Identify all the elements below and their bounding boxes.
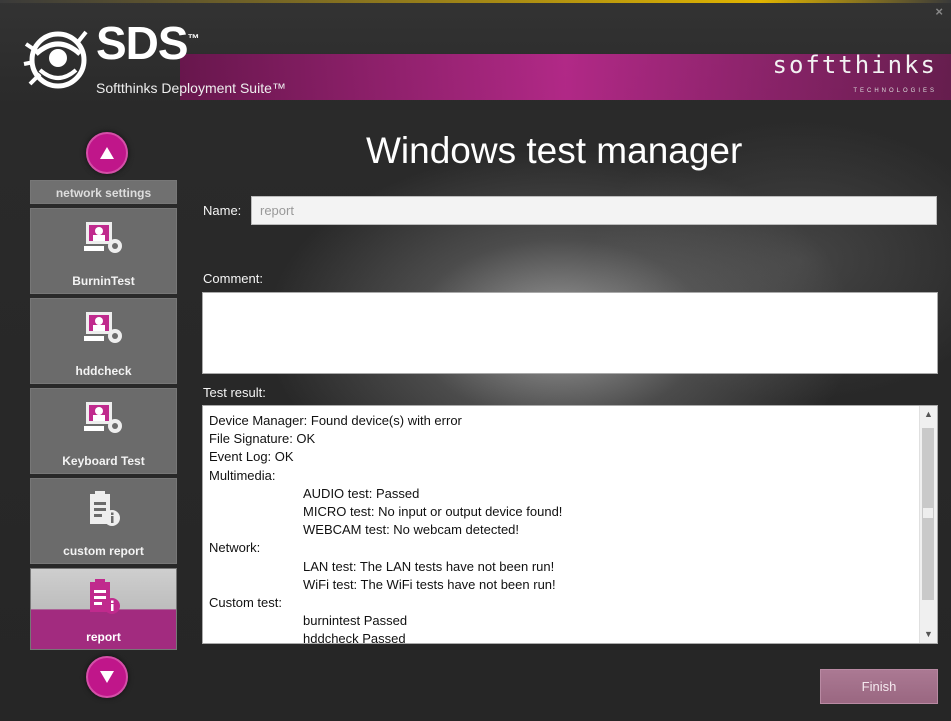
- result-line: Multimedia:: [209, 467, 276, 483]
- result-line: Event Log: OK: [209, 449, 294, 465]
- result-line: hddcheck Passed: [303, 631, 406, 644]
- finish-button[interactable]: Finish: [820, 669, 938, 704]
- arrow-down-icon: [100, 671, 114, 683]
- close-icon[interactable]: ×: [935, 4, 943, 19]
- computer-gear-icon: [83, 402, 122, 433]
- brand-logo: softthinks: [772, 51, 937, 79]
- app-window: × SDS™ Softthinks Deployment Suite™ soft…: [0, 0, 951, 721]
- test-result-lines: Device Manager: Found device(s) with err…: [209, 412, 917, 644]
- computer-gear-icon: [83, 312, 122, 343]
- result-line: File Signature: OK: [209, 431, 316, 447]
- scroll-up-button[interactable]: [86, 132, 128, 174]
- chevron-down-icon[interactable]: ▼: [920, 626, 937, 643]
- comment-textarea[interactable]: [202, 292, 938, 374]
- sidebar-item-burnintest[interactable]: BurninTest: [30, 208, 177, 294]
- scrollbar-position-marker: [923, 508, 933, 518]
- logo-text: SDS™: [96, 17, 200, 69]
- result-line: Device Manager: Found device(s) with err…: [209, 413, 462, 428]
- sidebar: network settings BurninTest hddcheck Key…: [0, 120, 180, 721]
- sidebar-item-keyboard-test[interactable]: Keyboard Test: [30, 388, 177, 474]
- clipboard-info-icon: [89, 579, 120, 614]
- arrow-up-icon: [100, 147, 114, 159]
- sds-logo-icon: [23, 30, 88, 89]
- sidebar-item-report[interactable]: report: [30, 568, 177, 650]
- clipboard-info-icon: [89, 491, 120, 526]
- sidebar-item-network-settings[interactable]: network settings: [30, 180, 177, 204]
- result-line: WEBCAM test: No webcam detected!: [303, 522, 520, 538]
- test-result-box[interactable]: Device Manager: Found device(s) with err…: [202, 405, 938, 644]
- result-line: WiFi test: The WiFi tests have not been …: [303, 576, 556, 592]
- sidebar-item-label: BurninTest: [72, 274, 135, 288]
- brand-subtitle: TECHNOLOGIES: [853, 88, 937, 94]
- result-line: Network:: [209, 540, 261, 556]
- sidebar-item-hddcheck[interactable]: hddcheck: [30, 298, 177, 384]
- sidebar-item-custom-report[interactable]: custom report: [30, 478, 177, 564]
- computer-gear-icon: [83, 222, 122, 253]
- sidebar-item-label: Keyboard Test: [62, 454, 145, 468]
- suite-subtitle: Softthinks Deployment Suite™: [96, 80, 286, 96]
- sidebar-item-label: hddcheck: [75, 364, 132, 378]
- result-scrollbar[interactable]: ▲ ▼: [919, 406, 937, 643]
- sidebar-item-label: report: [86, 630, 121, 644]
- name-label: Name:: [203, 203, 242, 218]
- sidebar-item-label: custom report: [63, 544, 144, 558]
- scroll-down-button[interactable]: [86, 656, 128, 698]
- window-top-edge: [0, 0, 951, 3]
- result-line: LAN test: The LAN tests have not been ru…: [303, 558, 555, 574]
- test-result-label: Test result:: [203, 385, 266, 400]
- chevron-up-icon[interactable]: ▲: [920, 406, 937, 423]
- name-input[interactable]: [251, 196, 937, 225]
- sidebar-item-label: network settings: [55, 186, 152, 200]
- comment-label: Comment:: [203, 271, 263, 286]
- result-line: MICRO test: No input or output device fo…: [303, 504, 563, 520]
- result-line: burnintest Passed: [303, 613, 408, 629]
- result-line: AUDIO test: Passed: [303, 485, 420, 501]
- page-title: Windows test manager: [366, 130, 743, 171]
- result-line: Custom test:: [209, 595, 282, 611]
